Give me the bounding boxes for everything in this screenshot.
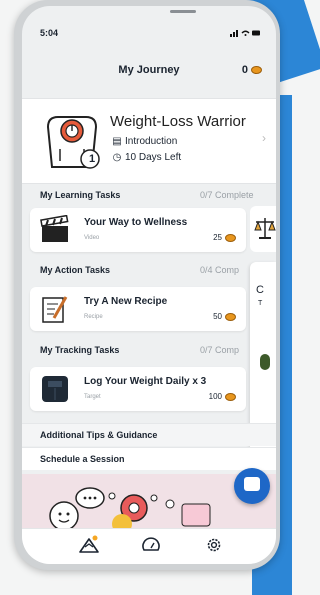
tips-row[interactable]: Additional Tips & Guidance xyxy=(22,423,276,446)
tab-journey[interactable] xyxy=(77,535,101,555)
task-card-tracking[interactable]: Log Your Weight Daily x 3 Target 100 xyxy=(30,367,246,411)
status-time: 5:04 xyxy=(40,28,59,38)
coin-icon xyxy=(225,312,236,321)
task-type: Video xyxy=(84,235,100,241)
chat-button[interactable] xyxy=(234,468,270,504)
section-action: My Action Tasks 0/4 Comp xyxy=(22,260,276,280)
task-points: 25 xyxy=(213,233,236,242)
bottom-tab-bar xyxy=(22,528,276,564)
status-icons xyxy=(230,28,260,39)
gauge-icon xyxy=(142,537,160,551)
task-name: Your Way to Wellness xyxy=(84,217,188,228)
section-label: My Action Tasks xyxy=(40,265,111,275)
recipe-icon xyxy=(42,296,68,323)
section-count: 0/7 Comp xyxy=(200,345,240,355)
chat-icon xyxy=(244,477,260,491)
clock-icon: ◷ xyxy=(112,152,122,163)
tab-dashboard[interactable] xyxy=(139,535,163,555)
journey-step: ▤ Introduction xyxy=(112,136,177,147)
coin-icon xyxy=(251,66,262,75)
task-points: 100 xyxy=(209,392,236,401)
section-count: 0/4 Comp xyxy=(200,265,240,275)
journey-card[interactable]: 1 Weight-Loss Warrior ▤ Introduction ◷ 10 … xyxy=(22,98,276,184)
schedule-label: Schedule a Session xyxy=(40,454,125,464)
task-type: Recipe xyxy=(84,314,103,320)
step-number: 1 xyxy=(88,153,96,165)
task-card-action[interactable]: Try A New Recipe Recipe 50 xyxy=(30,287,246,331)
coin-icon xyxy=(225,233,236,242)
mountain-icon xyxy=(79,535,99,553)
journey-days: ◷ 10 Days Left xyxy=(112,152,182,163)
task-name: Log Your Weight Daily x 3 xyxy=(84,376,207,387)
peek-letter: C xyxy=(256,284,264,296)
task-points-value: 25 xyxy=(213,233,222,242)
section-count: 0/7 Complete xyxy=(200,190,254,200)
journey-days-label: 10 Days Left xyxy=(125,152,182,163)
task-type: Target xyxy=(84,394,101,400)
points-counter[interactable]: 0 xyxy=(242,64,262,76)
status-bar: 5:04 xyxy=(22,28,276,46)
app-screen: 5:04 My Journey 0 1 Weight-Loss Warrior … xyxy=(22,6,276,564)
section-label: My Learning Tasks xyxy=(40,190,121,200)
schedule-row[interactable]: Schedule a Session xyxy=(22,447,276,470)
journey-step-label: Introduction xyxy=(125,136,178,147)
task-points: 50 xyxy=(213,312,236,321)
peek-letter-2: T xyxy=(258,300,263,307)
scale-icon xyxy=(42,376,68,402)
section-label: My Tracking Tasks xyxy=(40,345,120,355)
task-points-value: 100 xyxy=(208,392,222,401)
app-header: My Journey 0 xyxy=(22,60,276,86)
clapperboard-icon xyxy=(40,215,69,242)
speaker-notch xyxy=(170,10,196,13)
peek-avatar xyxy=(260,354,270,370)
coin-icon xyxy=(225,392,236,401)
points-value: 0 xyxy=(241,64,248,76)
next-task-card-peek[interactable] xyxy=(250,206,276,252)
task-card-learning[interactable]: Your Way to Wellness Video 25 xyxy=(30,208,246,252)
tab-settings[interactable] xyxy=(202,535,226,555)
section-learning: My Learning Tasks 0/7 Complete xyxy=(22,185,276,205)
balance-scale-icon xyxy=(254,218,276,239)
chevron-right-icon: › xyxy=(262,131,266,145)
calendar-icon: ▤ xyxy=(112,136,122,147)
section-tracking: My Tracking Tasks 0/7 Comp xyxy=(22,340,276,360)
gear-icon xyxy=(207,538,221,552)
task-points-value: 50 xyxy=(213,312,222,321)
task-name: Try A New Recipe xyxy=(84,296,168,307)
tips-label: Additional Tips & Guidance xyxy=(40,430,158,440)
journey-title: Weight-Loss Warrior xyxy=(110,113,246,130)
page-title: My Journey xyxy=(118,64,180,76)
